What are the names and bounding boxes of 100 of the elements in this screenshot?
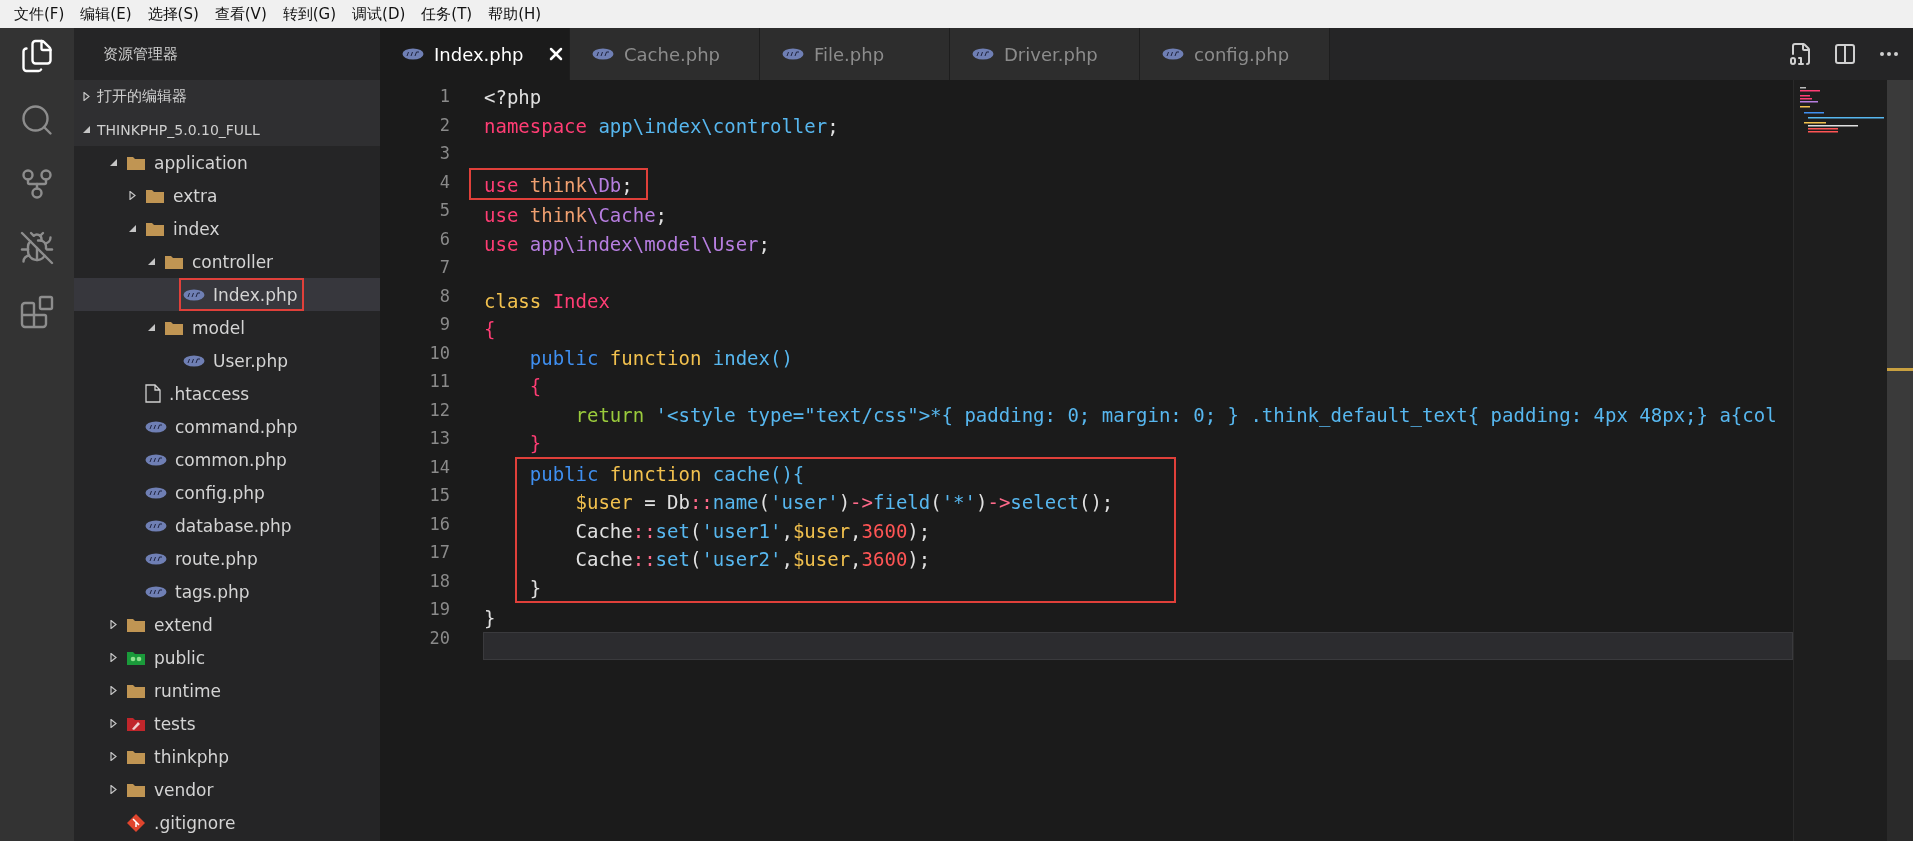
caret-icon[interactable] [127, 191, 137, 200]
menu-item[interactable]: 帮助(H) [480, 0, 550, 28]
tree-row[interactable]: controller [74, 245, 380, 278]
code-line: Cache::set('user2',$user,3600); [574, 547, 932, 572]
binary-file-icon[interactable] [1789, 42, 1813, 66]
php-file-icon [145, 552, 167, 565]
tree-row[interactable]: runtime [74, 674, 380, 707]
caret-icon[interactable] [82, 125, 91, 134]
php-file-icon [782, 48, 804, 60]
tree-item-label[interactable]: application [154, 152, 248, 173]
line-number: 6 [439, 227, 451, 251]
tree-item-label[interactable]: runtime [154, 680, 221, 701]
tree-row[interactable]: User.php [74, 344, 380, 377]
tree-row[interactable]: database.php [74, 509, 380, 542]
menu-item[interactable]: 查看(V) [206, 0, 275, 28]
code-line: { [483, 317, 497, 342]
menu-item[interactable]: 文件(F) [6, 0, 73, 28]
tree-item-label[interactable]: public [154, 647, 206, 668]
line-number: 18 [429, 569, 451, 593]
menu-item[interactable]: 选择(S) [139, 0, 207, 28]
caret-icon[interactable] [127, 224, 137, 233]
caret-icon[interactable] [108, 785, 118, 794]
tree-row[interactable]: config.php [74, 476, 380, 509]
folder-icon [126, 616, 146, 633]
tree-row[interactable]: common.php [74, 443, 380, 476]
editor-tab[interactable]: Index.php [380, 28, 570, 80]
caret-icon[interactable] [82, 92, 91, 101]
code-line: Cache::set('user1',$user,3600); [574, 518, 932, 544]
menu-item[interactable]: 转到(G) [274, 0, 345, 28]
sidebar-title: 资源管理器 [102, 43, 179, 65]
split-editor-icon[interactable] [1833, 42, 1857, 66]
tree-item-label[interactable]: controller [192, 251, 274, 272]
caret-icon[interactable] [108, 719, 118, 728]
tree-item-label[interactable]: extend [154, 614, 213, 635]
editor-tab[interactable]: Driver.php [950, 28, 1140, 80]
tree-item-label[interactable]: .htaccess [169, 383, 250, 404]
branch-icon[interactable] [19, 166, 55, 202]
tree-row[interactable]: route.php [74, 542, 380, 575]
tree-row[interactable]: thinkphp [74, 740, 380, 773]
section-header[interactable]: THINKPHP_5.0.10_FULL [74, 113, 380, 146]
tree-item-label[interactable]: .gitignore [154, 812, 236, 833]
tree-item-label[interactable]: User.php [213, 350, 288, 371]
editor-tab[interactable]: Cache.php [570, 28, 760, 80]
tree-row[interactable]: application [74, 146, 380, 179]
tree-row[interactable]: tests [74, 707, 380, 740]
code-line: public function index() [528, 345, 794, 371]
php-file-icon [1162, 48, 1184, 60]
search-icon[interactable] [19, 102, 55, 138]
tree-row[interactable]: extra [74, 179, 380, 212]
tree-item-label[interactable]: thinkphp [154, 746, 230, 767]
line-number: 20 [429, 626, 451, 650]
code-line: } [483, 606, 497, 631]
editor-tab[interactable]: File.php [760, 28, 950, 80]
explorer-icon[interactable] [19, 38, 55, 74]
tree-item-label[interactable]: model [192, 317, 245, 338]
menu-item[interactable]: 调试(D) [344, 0, 414, 28]
folder-icon [126, 781, 146, 798]
folder-icon [126, 682, 146, 699]
tree-item-label[interactable]: tests [154, 713, 196, 734]
caret-icon[interactable] [108, 752, 118, 761]
tree-row[interactable]: public [74, 641, 380, 674]
tree-item-label[interactable]: database.php [175, 515, 292, 536]
extensions-icon[interactable] [19, 294, 55, 330]
tree-row[interactable]: vendor [74, 773, 380, 806]
tree-item-label[interactable]: command.php [175, 416, 298, 437]
scrollbar[interactable] [1887, 80, 1913, 841]
code-line: return '<style type="text/css">*{ padding: 0; margin: 0; } .think_default_text{ padding: 4px 48px;} a{col [574, 402, 1778, 428]
tree-item-label[interactable]: Index.php [213, 284, 298, 305]
caret-icon[interactable] [146, 323, 156, 332]
tree-row[interactable]: extend [74, 608, 380, 641]
tree-row[interactable]: model [74, 311, 380, 344]
tree-row[interactable]: tags.php [74, 575, 380, 608]
tree-item-label[interactable]: extra [173, 185, 218, 206]
menu-item[interactable]: 编辑(E) [72, 0, 140, 28]
editor-tab[interactable]: config.php [1140, 28, 1330, 80]
tree-item-label[interactable]: tags.php [175, 581, 250, 602]
tree-row[interactable]: .gitignore [74, 806, 380, 839]
caret-icon[interactable] [146, 257, 156, 266]
tree-item-label[interactable]: common.php [175, 449, 287, 470]
tree-row[interactable]: command.php [74, 410, 380, 443]
line-number: 13 [429, 427, 451, 450]
tree-row[interactable]: .htaccess [74, 377, 380, 410]
tree-item-label[interactable]: index [173, 218, 220, 239]
caret-icon[interactable] [108, 653, 118, 662]
caret-icon[interactable] [108, 620, 118, 629]
code-line: } [528, 575, 543, 601]
code-line: use think\Cache; [483, 203, 669, 228]
menu-item[interactable]: 任务(T) [413, 0, 481, 28]
caret-icon[interactable] [108, 686, 118, 695]
caret-icon[interactable] [108, 158, 118, 167]
tree-row[interactable]: index [74, 212, 380, 245]
tree-item-label[interactable]: config.php [175, 482, 265, 503]
bug-off-icon[interactable] [19, 230, 55, 266]
tree-item-label[interactable]: route.php [175, 548, 258, 569]
section-header[interactable]: 打开的编辑器 [74, 80, 380, 113]
people-folder-icon [126, 649, 146, 666]
tree-row[interactable]: Index.php [74, 278, 380, 311]
line-number: 3 [439, 142, 451, 165]
php-file-icon [402, 48, 424, 60]
tree-item-label[interactable]: vendor [154, 779, 214, 800]
